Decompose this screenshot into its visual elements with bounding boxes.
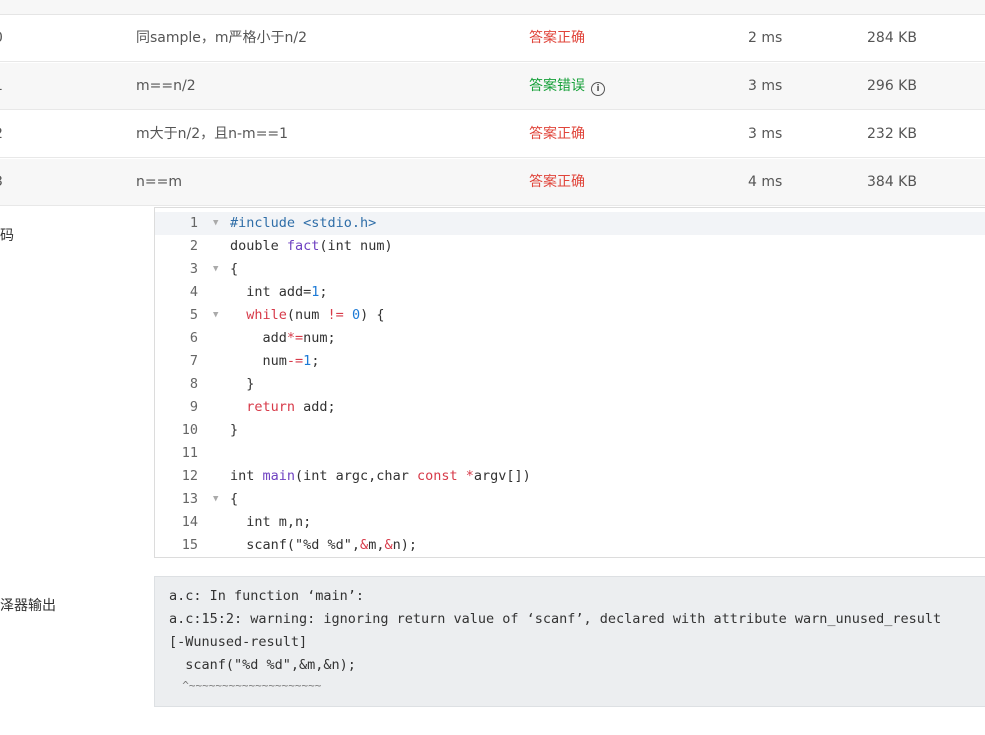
code-text: return add; <box>246 399 336 415</box>
compiler-output: a.c: In function ‘main’: a.c:15:2: warnin… <box>154 576 985 707</box>
code-line[interactable]: 14 int m,n; <box>155 511 985 534</box>
case-result-text: 答案正确 <box>529 30 585 46</box>
table-row: 1 m==n/2 答案错误 i 3 ms 296 KB <box>0 63 985 110</box>
line-number: 2 <box>189 238 198 254</box>
code-line[interactable]: 4 int add=1; <box>155 281 985 304</box>
code-line[interactable]: 6 add*=num; <box>155 327 985 350</box>
code-editor[interactable]: 1 ▼ #include <stdio.h> 2 double fact(int num… <box>154 207 985 558</box>
code-text: double fact(int num) <box>230 238 393 254</box>
case-description: m大于n/2，且n-m==1 <box>136 126 289 142</box>
case-description: m==n/2 <box>136 78 196 94</box>
code-text: { <box>230 261 239 277</box>
case-memory: 384 KB <box>867 174 917 190</box>
line-number: 9 <box>189 399 198 415</box>
code-text: add*=num; <box>230 330 336 346</box>
code-line[interactable]: 8 } <box>155 373 985 396</box>
code-text: #include <stdio.h> <box>230 215 377 231</box>
code-line[interactable]: 12 int main(int argc,char const *argv[]) <box>155 465 985 488</box>
case-result: 答案正确 <box>529 111 585 158</box>
table-row: 0 同sample，m严格小于n/2 答案正确 2 ms 284 KB <box>0 15 985 62</box>
case-result-text: 答案正确 <box>529 126 585 142</box>
line-number: 7 <box>189 353 198 369</box>
case-id: 0 <box>0 15 3 62</box>
code-text: scanf("%d %d",&m,&n); <box>230 537 417 553</box>
code-text: num-=1; <box>230 353 320 369</box>
line-number: 5 <box>189 307 198 323</box>
case-id: 2 <box>0 111 3 158</box>
fold-arrow-icon[interactable]: ▼ <box>213 212 218 235</box>
code-label: 码 <box>0 228 14 244</box>
line-number: 4 <box>189 284 198 300</box>
line-number: 3 <box>189 261 198 277</box>
case-time: 3 ms <box>748 78 783 94</box>
code-text: { <box>230 491 239 507</box>
case-memory: 284 KB <box>867 30 917 46</box>
case-result-text: 答案错误 <box>529 78 585 94</box>
code-line[interactable]: 9 return add; <box>155 396 985 419</box>
line-number: 10 <box>181 422 198 438</box>
code-line[interactable]: 1 ▼ #include <stdio.h> <box>155 212 985 235</box>
case-id: 3 <box>0 159 3 206</box>
code-line[interactable]: 5 ▼ while(num != 0) { <box>155 304 985 327</box>
case-time: 3 ms <box>748 126 783 142</box>
fold-arrow-icon[interactable]: ▼ <box>213 488 218 511</box>
code-text: int m,n; <box>230 514 312 530</box>
case-description: n==m <box>136 174 182 190</box>
line-number: 11 <box>181 445 198 461</box>
table-row: 3 n==m 答案正确 4 ms 384 KB <box>0 159 985 206</box>
compiler-output-line: scanf("%d %d",&m,&n); <box>169 657 356 673</box>
line-number: 12 <box>181 468 198 484</box>
case-result: 答案正确 <box>529 15 585 62</box>
case-memory: 232 KB <box>867 126 917 142</box>
line-number: 15 <box>181 537 198 553</box>
code-line[interactable]: 3 ▼ { <box>155 258 985 281</box>
code-line[interactable]: 13 ▼ { <box>155 488 985 511</box>
line-number: 6 <box>189 330 198 346</box>
compiler-output-line: [-Wunused-result] <box>169 634 308 650</box>
table-header <box>0 0 985 15</box>
code-text: } <box>230 422 239 438</box>
code-line[interactable]: 7 num-=1; <box>155 350 985 373</box>
code-line[interactable]: 10} <box>155 419 985 442</box>
compiler-output-line: a.c:15:2: warning: ignoring return value… <box>169 611 942 627</box>
code-text: int add=1; <box>230 284 328 300</box>
code-line[interactable]: 2 double fact(int num) <box>155 235 985 258</box>
case-id: 1 <box>0 63 3 110</box>
info-circle-icon[interactable]: i <box>591 82 605 96</box>
compiler-output-line: a.c: In function ‘main’: <box>169 588 365 604</box>
case-time: 2 ms <box>748 30 783 46</box>
line-number: 1 <box>189 215 198 231</box>
compiler-output-label: 泽器输出 <box>0 598 56 614</box>
code-text: while(num != 0) { <box>246 307 385 323</box>
line-number: 14 <box>181 514 198 530</box>
case-description: 同sample，m严格小于n/2 <box>136 30 308 46</box>
code-text: int main(int argc,char const *argv[]) <box>230 468 531 484</box>
line-number: 13 <box>181 491 198 507</box>
fold-arrow-icon[interactable]: ▼ <box>213 304 218 327</box>
table-row: 2 m大于n/2，且n-m==1 答案正确 3 ms 232 KB <box>0 111 985 158</box>
compiler-output-line: ^~~~~~~~~~~~~~~~~~~~~ <box>169 679 322 692</box>
case-result: 答案正确 <box>529 159 585 206</box>
case-time: 4 ms <box>748 174 783 190</box>
case-memory: 296 KB <box>867 78 917 94</box>
code-text: } <box>230 376 255 392</box>
line-number: 8 <box>189 376 198 392</box>
case-result-text: 答案正确 <box>529 174 585 190</box>
code-line[interactable]: 15 scanf("%d %d",&m,&n); <box>155 534 985 557</box>
case-result[interactable]: 答案错误 i <box>529 63 605 110</box>
fold-arrow-icon[interactable]: ▼ <box>213 258 218 281</box>
code-line[interactable]: 11 <box>155 442 985 465</box>
